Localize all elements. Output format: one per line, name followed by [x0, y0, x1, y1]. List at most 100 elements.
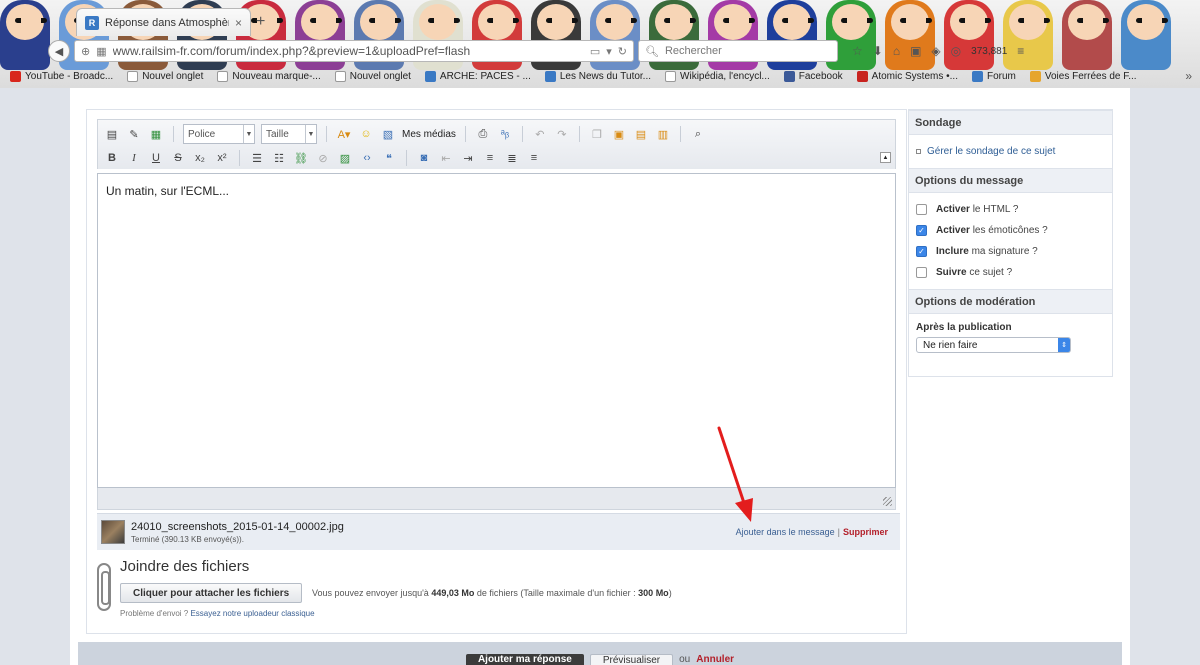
numbered-list-icon[interactable]: ☷ [271, 150, 287, 166]
font-select[interactable]: Police ▼ [183, 124, 255, 144]
toolbar-separator [406, 150, 407, 166]
checkbox-unchecked[interactable] [916, 204, 927, 215]
media-icon[interactable]: ▧ [380, 126, 396, 142]
preview-button[interactable]: Prévisualiser [589, 654, 674, 665]
copy-icon[interactable]: ❐ [589, 126, 605, 142]
strikethrough-icon[interactable]: S [170, 150, 186, 166]
back-arrow-icon[interactable]: ◀ [48, 40, 70, 62]
search-box[interactable]: 🔍︎ Rechercher [638, 40, 838, 62]
indent-icon[interactable]: ⇥ [460, 150, 476, 166]
superscript-icon[interactable]: x² [214, 150, 230, 166]
message-textarea[interactable]: Un matin, sur l'ECML... [97, 173, 896, 488]
my-media-button[interactable]: Mes médias [402, 129, 456, 140]
eraser-icon[interactable]: ✎ [126, 126, 142, 142]
bookmark-tutor-news[interactable]: Les News du Tutor... [544, 70, 651, 82]
text-color-icon[interactable]: A▾ [336, 126, 352, 142]
submit-reply-button[interactable]: Ajouter ma réponse [465, 654, 584, 665]
cancel-link[interactable]: Annuler [696, 654, 734, 665]
new-tab-icon[interactable]: + [256, 13, 265, 31]
bookmark-star-icon[interactable]: ☆ [852, 44, 863, 58]
shield-icon[interactable]: ◈ [931, 44, 940, 58]
paste-icon[interactable]: ▣ [611, 126, 627, 142]
toolbar-separator [239, 150, 240, 166]
option-enable-emoticons[interactable]: ✓ Activer les émoticônes ? [916, 220, 1105, 241]
add-to-message-link[interactable]: Ajouter dans le message [736, 527, 835, 537]
bookmark-facebook[interactable]: Facebook [783, 70, 843, 82]
underline-icon[interactable]: U [148, 150, 164, 166]
poll-section-title: Sondage [909, 110, 1112, 135]
attachment-info: 24010_screenshots_2015-01-14_00002.jpg T… [131, 521, 344, 544]
bold-icon[interactable]: B [104, 150, 120, 166]
checkbox-checked-icon[interactable]: ✓ [916, 225, 927, 236]
outdent-icon[interactable]: ⇤ [438, 150, 454, 166]
menu-icon[interactable]: ≡ [1017, 44, 1024, 58]
after-publish-select[interactable]: Ne rien faire ⇕ [916, 337, 1071, 353]
download-icon[interactable]: ⬇ [873, 44, 883, 58]
page-icon [217, 70, 229, 82]
option-enable-html[interactable]: Activer le HTML ? [916, 199, 1105, 220]
site-favicon-icon: R [85, 15, 99, 30]
redo-icon[interactable]: ↷ [554, 126, 570, 142]
spellcheck-icon[interactable]: ᵃᵦ [497, 126, 513, 142]
attach-files-button[interactable]: Cliquer pour attacher les fichiers [120, 583, 303, 603]
navigation-bar: ◀ ⊕ ▦ www.railsim-fr.com/forum/index.php… [0, 36, 1200, 66]
manage-poll-link[interactable]: Gérer le sondage de ce sujet [916, 141, 1105, 162]
reader-icon[interactable]: ▭ [590, 45, 600, 58]
message-text: Un matin, sur l'ECML... [106, 184, 229, 198]
align-left-icon[interactable]: ≡ [482, 150, 498, 166]
resize-handle-icon[interactable] [883, 497, 892, 506]
bookmark-wikipedia[interactable]: Wikipédia, l'encycl... [665, 70, 770, 82]
classic-uploader-link[interactable]: Essayez notre uploadeur classique [190, 609, 314, 618]
unlink-icon[interactable]: ⊘ [315, 150, 331, 166]
undo-icon[interactable]: ↶ [532, 126, 548, 142]
bulleted-list-icon[interactable]: ☰ [249, 150, 265, 166]
paste-text-icon[interactable]: ▤ [633, 126, 649, 142]
align-center-icon[interactable]: ≣ [504, 150, 520, 166]
reload-icon[interactable]: ↻ [618, 45, 627, 58]
bookmark-voies-ferrees[interactable]: Voies Ferrées de F... [1029, 70, 1137, 82]
option-include-signature[interactable]: ✓ Inclure ma signature ? [916, 241, 1105, 262]
align-right-icon[interactable]: ≡ [526, 150, 542, 166]
bookmark-arche[interactable]: ARCHE: PACES - ... [424, 70, 531, 82]
addon-icon[interactable]: ▣ [910, 44, 921, 58]
bookmark-new-bookmark[interactable]: Nouveau marque-... [217, 70, 321, 82]
print-icon[interactable]: ⎙ [475, 126, 491, 142]
bookmarks-overflow-icon[interactable]: » [1185, 69, 1200, 83]
link-icon[interactable]: ⛓ [293, 150, 309, 166]
bookmark-new-tab-2[interactable]: Nouvel onglet [334, 70, 411, 82]
tab-close-icon[interactable]: × [235, 16, 242, 30]
checkbox-unchecked[interactable] [916, 267, 927, 278]
image-icon[interactable]: ▨ [337, 150, 353, 166]
paste-word-icon[interactable]: ▥ [655, 126, 671, 142]
browser-chrome: R Réponse dans Atmosphère... × + ◀ ⊕ ▦ w… [0, 0, 1200, 88]
bookmark-forum[interactable]: Forum [971, 70, 1016, 82]
url-text[interactable]: www.railsim-fr.com/forum/index.php?&prev… [113, 44, 584, 58]
delete-attachment-link[interactable]: Supprimer [843, 527, 888, 537]
quote-icon[interactable]: ❝ [381, 150, 397, 166]
find-icon[interactable]: ⌕ [690, 126, 706, 142]
bookmark-youtube[interactable]: YouTube - Broadc... [10, 70, 113, 82]
checkbox-checked-icon[interactable]: ✓ [916, 246, 927, 257]
source-mode-icon[interactable]: ▤ [104, 126, 120, 142]
facebook-icon [783, 70, 795, 82]
toolbar-separator [578, 126, 580, 142]
dropdown-arrow-icon[interactable]: ▾ [606, 45, 612, 58]
browser-tab-active[interactable]: R Réponse dans Atmosphère... × [76, 8, 251, 36]
table-icon[interactable]: ▦ [148, 126, 164, 142]
subscript-icon[interactable]: x₂ [192, 150, 208, 166]
bookmark-atomic-systems[interactable]: Atomic Systems •... [856, 70, 958, 82]
spoiler-icon[interactable]: ◙ [416, 150, 432, 166]
home-icon[interactable]: ⌂ [893, 44, 900, 58]
size-select[interactable]: Taille ▼ [261, 124, 317, 144]
bookmark-new-tab[interactable]: Nouvel onglet [127, 70, 203, 82]
option-follow-topic[interactable]: Suivre ce sujet ? [916, 262, 1105, 283]
smiley-icon[interactable]: ☺ [358, 126, 374, 142]
code-icon[interactable]: ‹› [359, 150, 375, 166]
paperclip-icon [97, 563, 111, 611]
upload-problem-line: Problème d'envoi ? Essayez notre uploade… [120, 609, 315, 618]
url-bar[interactable]: ⊕ ▦ www.railsim-fr.com/forum/index.php?&… [74, 40, 634, 62]
toolbar-separator [173, 126, 174, 142]
globe-addon-icon[interactable]: ◎ [951, 44, 961, 58]
italic-icon[interactable]: I [126, 150, 142, 166]
collapse-toolbar-icon[interactable]: ▲ [880, 152, 891, 163]
